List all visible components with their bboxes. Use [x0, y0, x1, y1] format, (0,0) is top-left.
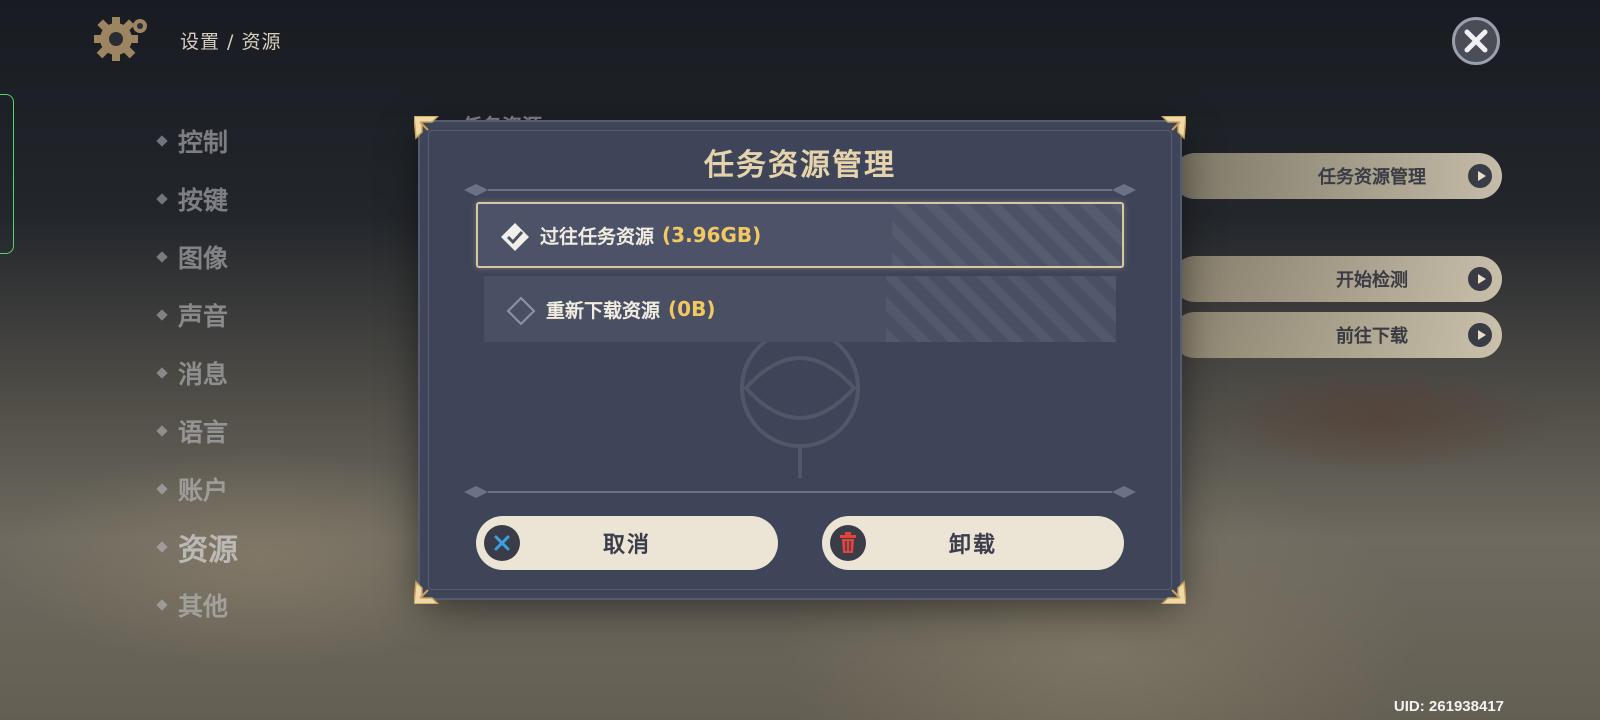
sidebar-item-graphics[interactable]: 图像: [156, 228, 238, 286]
sidebar-item-label: 图像: [178, 244, 229, 273]
diamond-bullet-icon: [156, 309, 168, 321]
sidebar-item-label: 语言: [178, 418, 229, 447]
dialog-title: 任务资源管理: [704, 148, 896, 183]
sidebar-item-controls[interactable]: 控制: [156, 112, 238, 170]
settings-sidebar: 控制 按键 图像 声音 消息 语言 账户 资源 其他: [156, 112, 238, 634]
play-arrow-icon: [1468, 323, 1492, 347]
sidebar-item-messages[interactable]: 消息: [156, 344, 238, 402]
settings-gear-icon: [94, 16, 152, 62]
cancel-label: 取消: [602, 533, 651, 558]
corner-ornament-icon: [414, 116, 440, 142]
close-button[interactable]: [1452, 17, 1500, 65]
task-resource-dialog: 任务资源管理 过往任务资源 (3.96GB) 重新下载资源 (0B) 取消 卸载: [414, 116, 1186, 604]
option-size: (3.96GB): [662, 223, 762, 247]
corner-ornament-icon: [1160, 116, 1186, 142]
sidebar-item-resources[interactable]: 资源: [156, 518, 238, 576]
trash-icon: [830, 525, 866, 561]
option-past-task-resources[interactable]: 过往任务资源 (3.96GB): [476, 202, 1124, 268]
unchecked-diamond-icon: [506, 296, 536, 326]
option-label: 过往任务资源: [540, 225, 655, 248]
breadcrumb: 设置 / 资源: [180, 31, 282, 53]
diamond-bullet-icon: [156, 599, 168, 611]
corner-ornament-icon: [414, 578, 440, 604]
option-label: 重新下载资源: [546, 299, 661, 322]
sidebar-item-label: 按键: [178, 186, 229, 215]
corner-ornament-icon: [1160, 578, 1186, 604]
sidebar-item-keys[interactable]: 按键: [156, 170, 238, 228]
sidebar-item-label: 控制: [178, 128, 229, 157]
pill-label: 前往下载: [1336, 326, 1408, 347]
uid-label: UID: 261938417: [1393, 698, 1504, 715]
sidebar-item-label: 消息: [178, 360, 229, 389]
play-arrow-icon: [1468, 164, 1492, 188]
sidebar-item-label: 声音: [178, 302, 229, 331]
left-edge-outline: [0, 94, 14, 254]
diamond-bullet-icon: [156, 541, 168, 553]
close-icon: [1464, 29, 1488, 53]
start-check-button[interactable]: 开始检测: [1172, 256, 1502, 302]
go-download-button[interactable]: 前往下载: [1172, 312, 1502, 358]
diamond-bullet-icon: [156, 483, 168, 495]
diamond-bullet-icon: [156, 193, 168, 205]
sidebar-item-account[interactable]: 账户: [156, 460, 238, 518]
diamond-bullet-icon: [156, 135, 168, 147]
diamond-bullet-icon: [156, 425, 168, 437]
pill-label: 任务资源管理: [1318, 167, 1426, 188]
ornamental-divider: [464, 486, 1136, 498]
sidebar-item-other[interactable]: 其他: [156, 576, 238, 634]
option-size: (0B): [668, 297, 716, 321]
checked-diamond-icon: [500, 222, 529, 251]
option-pattern: [892, 204, 1122, 266]
diamond-bullet-icon: [156, 367, 168, 379]
diamond-bullet-icon: [156, 251, 168, 263]
uninstall-label: 卸载: [948, 533, 997, 558]
sidebar-item-language[interactable]: 语言: [156, 402, 238, 460]
pill-label: 开始检测: [1336, 270, 1408, 291]
sidebar-item-label: 资源: [178, 533, 238, 568]
sidebar-item-label: 其他: [178, 592, 229, 621]
ornamental-divider: [464, 184, 1136, 196]
option-redownload-resources[interactable]: 重新下载资源 (0B): [484, 276, 1116, 342]
cancel-button[interactable]: 取消: [476, 516, 778, 570]
sidebar-item-label: 账户: [178, 476, 229, 505]
uninstall-button[interactable]: 卸载: [822, 516, 1124, 570]
faded-emblem-icon: [740, 328, 860, 478]
option-pattern: [886, 276, 1116, 342]
task-resource-manage-button[interactable]: 任务资源管理: [1172, 153, 1502, 199]
play-arrow-icon: [1468, 267, 1492, 291]
cancel-x-icon: [484, 525, 520, 561]
sidebar-item-audio[interactable]: 声音: [156, 286, 238, 344]
